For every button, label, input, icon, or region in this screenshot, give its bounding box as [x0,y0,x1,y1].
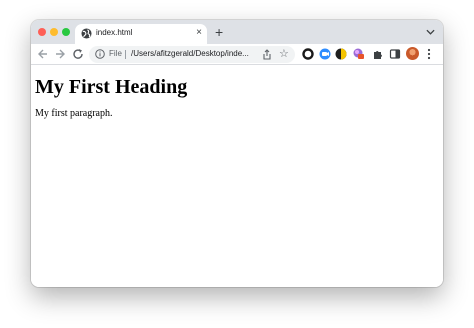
reload-icon[interactable] [72,48,84,60]
tab-close-icon[interactable]: × [196,27,202,39]
address-bar[interactable]: File /Users/afitzgerald/Desktop/inde... … [89,46,295,63]
forward-arrow-icon[interactable] [54,48,66,60]
globe-icon [81,28,92,39]
browser-window: index.html × + File /Users/afitzgerald/D… [31,20,443,287]
extension-blue-icon[interactable] [319,48,331,60]
profile-avatar[interactable] [406,47,419,60]
extensions-puzzle-icon[interactable] [372,48,384,60]
window-maximize-button[interactable] [62,28,70,36]
new-tab-button[interactable]: + [215,24,223,40]
back-arrow-icon[interactable] [37,48,49,60]
info-icon[interactable] [95,49,105,59]
window-close-button[interactable] [38,28,46,36]
page-heading: My First Heading [35,76,188,98]
tab-index-html[interactable]: index.html × [75,24,207,44]
bookmark-star-icon[interactable]: ☆ [279,47,289,61]
share-icon[interactable] [262,49,272,60]
extension-halfmoon-icon[interactable] [335,48,347,60]
browser-toolbar: File /Users/afitzgerald/Desktop/inde... … [31,44,443,65]
tab-strip: index.html × + [31,20,443,44]
tab-title: index.html [96,28,133,37]
side-panel-icon[interactable] [389,48,401,60]
url-text[interactable]: /Users/afitzgerald/Desktop/inde... [131,49,255,58]
extension-colorful-icon[interactable] [353,48,365,60]
scheme-label: File [109,49,122,58]
chevron-down-icon[interactable] [426,28,435,36]
page-content: My First Heading My first paragraph. [31,65,443,287]
extension-ring-icon[interactable] [302,48,314,60]
window-minimize-button[interactable] [50,28,58,36]
kebab-menu-icon[interactable] [427,48,431,60]
page-paragraph: My first paragraph. [35,108,113,119]
omnibox-divider [125,50,126,59]
